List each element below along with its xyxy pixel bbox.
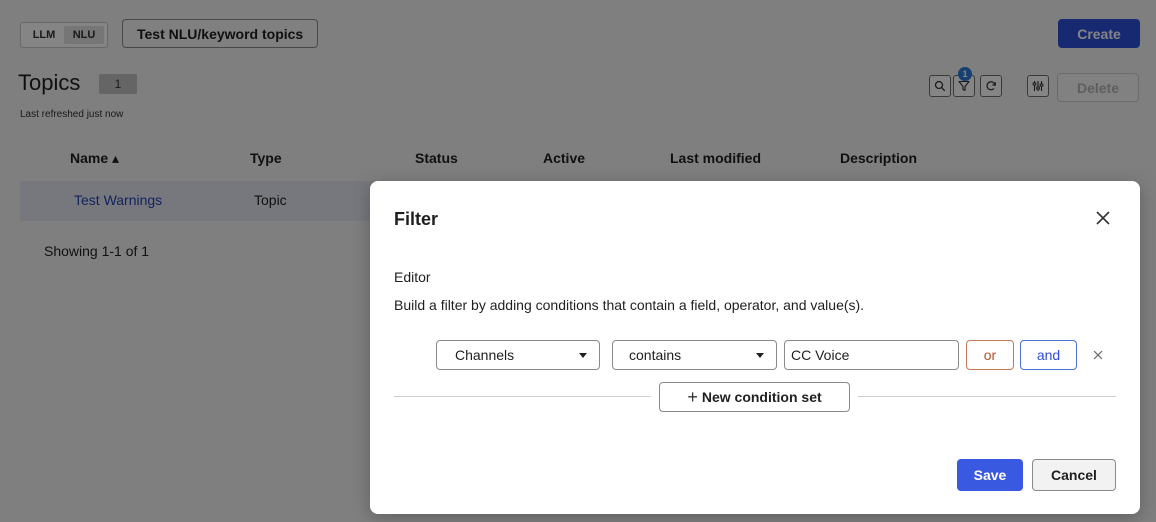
close-icon <box>1096 211 1110 225</box>
editor-help-text: Build a filter by adding conditions that… <box>394 297 865 313</box>
or-button[interactable]: or <box>966 340 1014 370</box>
divider-left <box>394 396 651 397</box>
new-condition-set-label: New condition set <box>701 389 822 405</box>
field-select-value: Channels <box>455 347 515 363</box>
and-button[interactable]: and <box>1020 340 1077 370</box>
app-root: LLM NLU Test NLU/keyword topics Create T… <box>0 0 1156 522</box>
field-select[interactable]: Channels <box>436 340 600 370</box>
operator-select[interactable]: contains <box>612 340 777 370</box>
filter-modal: Filter Editor Build a filter by adding c… <box>370 181 1140 514</box>
chevron-down-icon <box>756 353 764 358</box>
close-icon <box>1093 350 1103 360</box>
operator-select-value: contains <box>629 347 682 363</box>
plus-icon: + <box>687 387 698 407</box>
save-button[interactable]: Save <box>957 459 1023 491</box>
remove-condition-button[interactable] <box>1088 345 1108 365</box>
condition-value-input[interactable]: CC Voice <box>784 340 959 370</box>
modal-title: Filter <box>394 209 439 229</box>
new-condition-set-button[interactable]: + New condition set <box>659 382 850 412</box>
close-button[interactable] <box>1090 205 1116 231</box>
editor-section-title: Editor <box>394 269 431 285</box>
divider-right <box>858 396 1116 397</box>
chevron-down-icon <box>579 353 587 358</box>
cancel-button[interactable]: Cancel <box>1032 459 1116 491</box>
